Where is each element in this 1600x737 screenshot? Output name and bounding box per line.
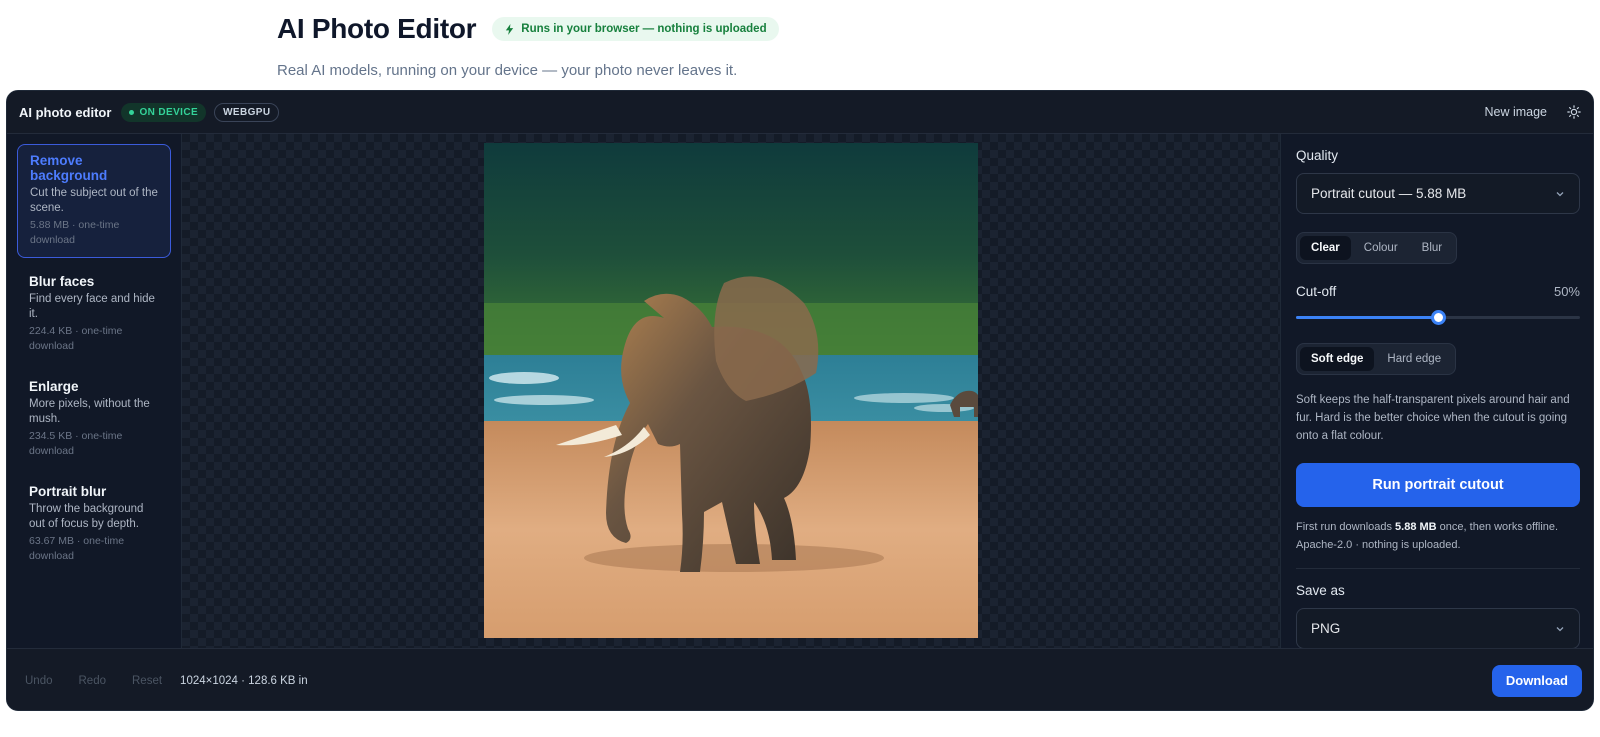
edge-mode-toggle: Soft edge Hard edge [1296,343,1457,375]
slider-fill [1296,316,1438,319]
quality-select-value: Portrait cutout — 5.88 MB [1311,186,1467,201]
slider-thumb[interactable] [1431,310,1446,325]
tool-remove-background[interactable]: Remove background Cut the subject out of… [17,144,171,258]
quality-label: Quality [1296,148,1339,163]
chevron-down-icon [1556,626,1564,631]
webgpu-badge: WEBGPU [214,102,280,122]
tool-description: Cut the subject out of the scene. [30,187,158,214]
on-device-badge: ON DEVICE [121,102,207,122]
edge-help-text: Soft keeps the half-transparent pixels a… [1296,394,1570,442]
image-canvas[interactable] [182,134,1280,648]
note-prefix: First run downloads [1296,521,1396,533]
privacy-pill: Runs in your browser — nothing is upload… [492,17,779,41]
elephant-photo [484,143,978,638]
app-name: AI photo editor [19,104,112,120]
tool-portrait-blur[interactable]: Portrait blur Throw the background out o… [17,476,171,573]
redo-button[interactable]: Redo [79,675,107,687]
on-device-text: ON DEVICE [139,106,199,118]
quality-select[interactable]: Portrait cutout — 5.88 MB [1296,173,1580,214]
status-dot-icon [129,109,135,115]
tool-download-size: 63.67 MB · one-time download [29,535,125,562]
tool-name: Enlarge [29,379,79,394]
background-mode-colour[interactable]: Colour [1353,236,1409,260]
bolt-icon [506,23,514,35]
editor-topbar: AI photo editor ON DEVICE WEBGPU New ima… [7,91,1593,134]
new-image-button[interactable]: New image [1484,105,1547,119]
save-as-label: Save as [1296,583,1345,598]
editor-window: AI photo editor ON DEVICE WEBGPU New ima… [6,90,1594,711]
format-select[interactable]: PNG [1296,608,1580,648]
tool-blur-faces[interactable]: Blur faces Find every face and hide it. … [17,266,171,363]
settings-panel: Quality Portrait cutout — 5.88 MB Clear … [1280,134,1593,648]
cutoff-slider[interactable] [1296,307,1580,327]
cutoff-value: 50% [1553,284,1580,299]
editor-footer: Undo Redo Reset 1024×1024 · 128.6 KB in … [7,648,1593,710]
cutoff-label: Cut-off [1296,284,1337,299]
background-mode-toggle: Clear Colour Blur [1296,232,1458,264]
tool-description: More pixels, without the mush. [29,398,150,425]
tool-description: Find every face and hide it. [29,293,155,320]
panel-divider [1296,568,1580,569]
edge-mode-soft[interactable]: Soft edge [1300,347,1375,371]
chevron-down-icon [1556,191,1564,196]
tool-sidebar: Remove background Cut the subject out of… [7,134,182,648]
download-button[interactable]: Download [1491,664,1582,697]
tool-name: Remove background [30,153,108,183]
tool-name: Portrait blur [29,484,107,499]
reset-button[interactable]: Reset [132,675,162,687]
tool-description: Throw the background out of focus by dep… [29,503,144,530]
image-meta: 1024×1024 · 128.6 KB in [180,674,308,687]
sun-icon[interactable] [1567,105,1581,119]
run-portrait-cutout-button[interactable]: Run portrait cutout [1296,463,1580,507]
page-header: AI Photo Editor Runs in your browser — n… [277,10,779,79]
note-size: 5.88 MB [1395,521,1437,533]
page-title: AI Photo Editor [277,13,477,44]
privacy-pill-text: Runs in your browser — nothing is upload… [521,23,767,35]
tool-download-size: 234.5 KB · one-time download [29,430,123,457]
background-mode-clear[interactable]: Clear [1300,236,1351,260]
tool-enlarge[interactable]: Enlarge More pixels, without the mush. 2… [17,371,171,468]
tool-download-size: 5.88 MB · one-time download [30,219,120,246]
tool-download-size: 224.4 KB · one-time download [29,325,123,352]
edge-mode-hard[interactable]: Hard edge [1376,347,1452,371]
page-subtitle: Real AI models, running on your device —… [277,62,738,79]
undo-button[interactable]: Undo [25,675,53,687]
background-mode-blur[interactable]: Blur [1411,236,1453,260]
tool-name: Blur faces [29,274,95,289]
download-note: First run downloads 5.88 MB once, then w… [1296,518,1580,554]
format-select-value: PNG [1311,621,1341,636]
